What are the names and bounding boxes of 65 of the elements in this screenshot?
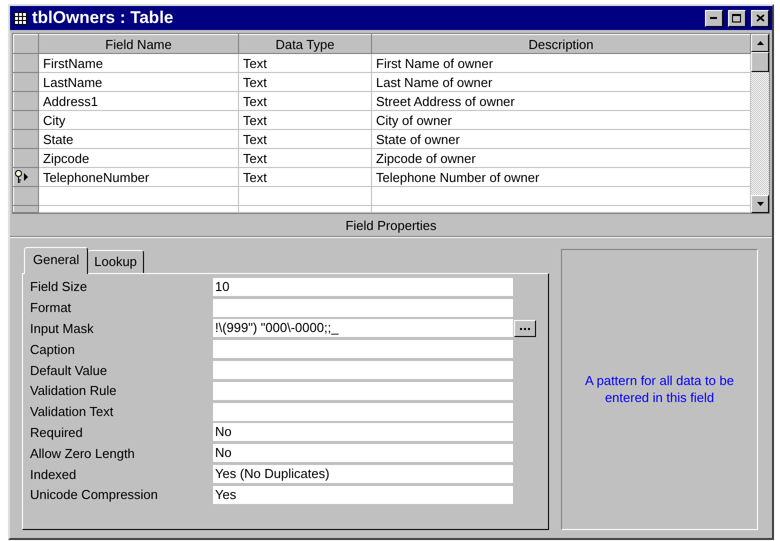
scroll-up-icon[interactable]: [751, 34, 769, 52]
data-type-cell[interactable]: Text: [238, 54, 372, 72]
ellipsis-icon: [520, 328, 530, 331]
property-value-field[interactable]: [213, 382, 513, 400]
field-name-cell[interactable]: Address1: [38, 92, 238, 110]
close-icon: [756, 14, 764, 22]
property-value-field[interactable]: No: [213, 423, 513, 442]
close-button[interactable]: [751, 10, 769, 26]
property-label: Default Value: [30, 362, 108, 378]
vertical-scrollbar[interactable]: [751, 34, 769, 213]
description-cell[interactable]: City of owner: [372, 110, 750, 130]
property-value-field[interactable]: 10: [213, 278, 513, 296]
data-type-cell[interactable]: Text: [238, 110, 372, 130]
tab[interactable]: Lookup: [87, 250, 144, 273]
data-type-cell[interactable]: Text: [238, 148, 372, 168]
property-value-field[interactable]: [213, 340, 513, 358]
property-value-field[interactable]: [213, 298, 513, 317]
field-name-cell[interactable]: City: [38, 110, 238, 130]
column-header[interactable]: Description: [372, 34, 750, 54]
property-label: Format: [30, 300, 72, 316]
description-cell[interactable]: Zipcode of owner: [372, 148, 750, 168]
description-cell[interactable]: Last Name of owner: [372, 72, 750, 92]
minimize-icon: [710, 16, 718, 20]
property-value-field[interactable]: No: [213, 444, 513, 462]
property-value-field[interactable]: [213, 402, 513, 421]
column-header[interactable]: Data Type: [238, 34, 372, 54]
table-icon: [14, 12, 27, 24]
field-name-cell[interactable]: TelephoneNumber: [38, 168, 238, 186]
field-name-cell[interactable]: LastName: [38, 72, 238, 92]
data-type-cell[interactable]: Text: [238, 168, 372, 186]
build-button[interactable]: [514, 320, 536, 337]
maximize-button[interactable]: [728, 10, 746, 26]
row-selector[interactable]: [14, 168, 38, 186]
property-label: Validation Rule: [30, 383, 118, 398]
property-label: Caption: [30, 342, 76, 357]
column-header[interactable]: Field Name: [38, 34, 238, 54]
property-label: Allow Zero Length: [30, 446, 136, 461]
property-label: Field Size: [30, 279, 88, 294]
property-label: Validation Text: [30, 404, 114, 420]
property-label: Input Mask: [30, 320, 95, 336]
description-cell[interactable]: State of owner: [372, 130, 750, 148]
property-label: Required: [30, 424, 84, 440]
field-name-cell[interactable]: FirstName: [38, 54, 238, 72]
field-properties-title: Field Properties: [10, 214, 772, 237]
data-type-cell[interactable]: Text: [238, 72, 372, 92]
maximize-icon: [732, 14, 742, 22]
property-value-field[interactable]: Yes (No Duplicates): [213, 465, 513, 484]
property-value-field[interactable]: [213, 361, 513, 380]
property-value-field[interactable]: !\(999") "000\-0000;;_: [213, 319, 513, 338]
property-label: Indexed: [30, 466, 78, 482]
description-cell[interactable]: Telephone Number of owner: [372, 168, 750, 186]
property-value-field[interactable]: Yes: [213, 486, 513, 504]
field-name-cell[interactable]: State: [38, 130, 238, 148]
data-type-cell[interactable]: Text: [238, 92, 372, 110]
property-label: Unicode Compression: [30, 487, 159, 502]
tab[interactable]: General: [24, 247, 88, 274]
description-cell[interactable]: Street Address of owner: [372, 92, 750, 110]
minimize-button[interactable]: [705, 10, 723, 26]
field-name-cell[interactable]: Zipcode: [38, 148, 238, 168]
description-cell[interactable]: First Name of owner: [372, 54, 750, 72]
data-type-cell[interactable]: Text: [238, 130, 372, 148]
scroll-thumb[interactable]: [751, 52, 769, 72]
window-title: tblOwners : Table: [32, 8, 174, 28]
scroll-down-icon[interactable]: [751, 195, 769, 213]
help-text: A pattern for all data to be entered in this field: [584, 372, 735, 406]
